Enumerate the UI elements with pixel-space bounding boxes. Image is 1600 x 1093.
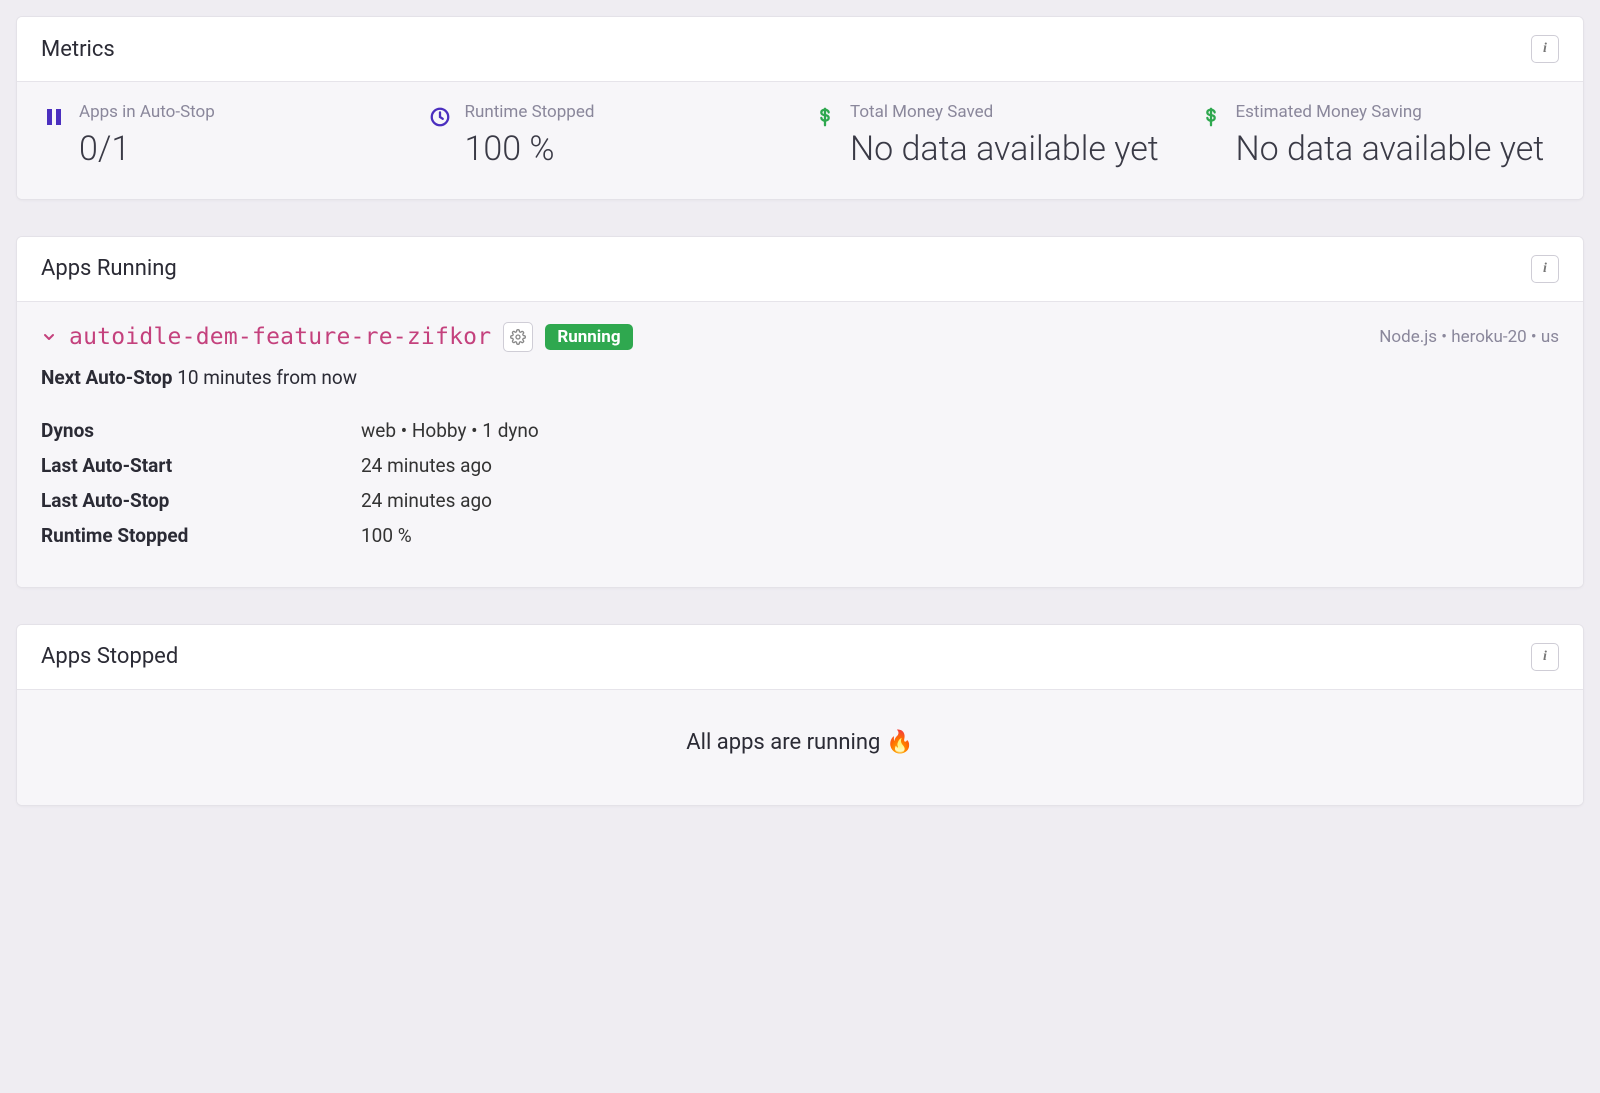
detail-runtime-stopped: Runtime Stopped 100 % (41, 524, 1559, 547)
info-icon[interactable]: i (1531, 643, 1559, 671)
app-meta: Node.js • heroku-20 • us (1379, 327, 1559, 347)
metrics-title: Metrics (41, 37, 115, 62)
apps-stopped-card: Apps Stopped i All apps are running🔥 (16, 624, 1584, 806)
info-icon[interactable]: i (1531, 255, 1559, 283)
chevron-down-icon[interactable] (41, 329, 57, 345)
metric-value: No data available yet (850, 128, 1159, 171)
apps-running-body: autoidle-dem-feature-re-zifkor Running N… (17, 302, 1583, 587)
apps-running-title: Apps Running (41, 256, 177, 281)
apps-stopped-header: Apps Stopped i (17, 625, 1583, 690)
metric-label: Total Money Saved (850, 102, 1159, 122)
metric-value: 0/1 (79, 128, 215, 171)
next-auto-stop-value: 10 minutes from now (177, 366, 357, 389)
metrics-body: Apps in Auto-Stop 0/1 Runtime Stopped 10… (17, 82, 1583, 199)
detail-last-auto-stop: Last Auto-Stop 24 minutes ago (41, 489, 1559, 512)
metric-label: Apps in Auto-Stop (79, 102, 215, 122)
dollar-icon (1198, 104, 1224, 130)
next-auto-stop: Next Auto-Stop 10 minutes from now (41, 366, 1559, 389)
fire-icon: 🔥 (886, 730, 913, 755)
apps-running-header: Apps Running i (17, 237, 1583, 302)
gear-icon[interactable] (503, 322, 533, 352)
clock-icon (427, 104, 453, 130)
app-name-link[interactable]: autoidle-dem-feature-re-zifkor (69, 324, 491, 350)
apps-running-card: Apps Running i autoidle-dem-feature-re-z… (16, 236, 1584, 588)
metric-value: 100 % (465, 128, 595, 171)
metric-value: No data available yet (1236, 128, 1545, 171)
apps-stopped-body: All apps are running🔥 (17, 690, 1583, 805)
metric-total-saved: Total Money Saved No data available yet (812, 102, 1174, 171)
metrics-card: Metrics i Apps in Auto-Stop 0/1 Run (16, 16, 1584, 200)
metric-runtime-stopped: Runtime Stopped 100 % (427, 102, 789, 171)
apps-stopped-title: Apps Stopped (41, 644, 178, 669)
app-details: Dynos web • Hobby • 1 dyno Last Auto-Sta… (41, 419, 1559, 547)
dollar-icon (812, 104, 838, 130)
metrics-header: Metrics i (17, 17, 1583, 82)
app-row: autoidle-dem-feature-re-zifkor Running N… (41, 322, 1559, 352)
detail-last-auto-start: Last Auto-Start 24 minutes ago (41, 454, 1559, 477)
info-icon[interactable]: i (1531, 35, 1559, 63)
detail-dynos: Dynos web • Hobby • 1 dyno (41, 419, 1559, 442)
metric-label: Runtime Stopped (465, 102, 595, 122)
status-badge: Running (545, 324, 632, 350)
pause-icon (41, 104, 67, 130)
metric-label: Estimated Money Saving (1236, 102, 1545, 122)
metric-est-saving: Estimated Money Saving No data available… (1198, 102, 1560, 171)
empty-state-text: All apps are running (686, 730, 880, 755)
next-auto-stop-label: Next Auto-Stop (41, 366, 172, 389)
metric-apps-auto-stop: Apps in Auto-Stop 0/1 (41, 102, 403, 171)
